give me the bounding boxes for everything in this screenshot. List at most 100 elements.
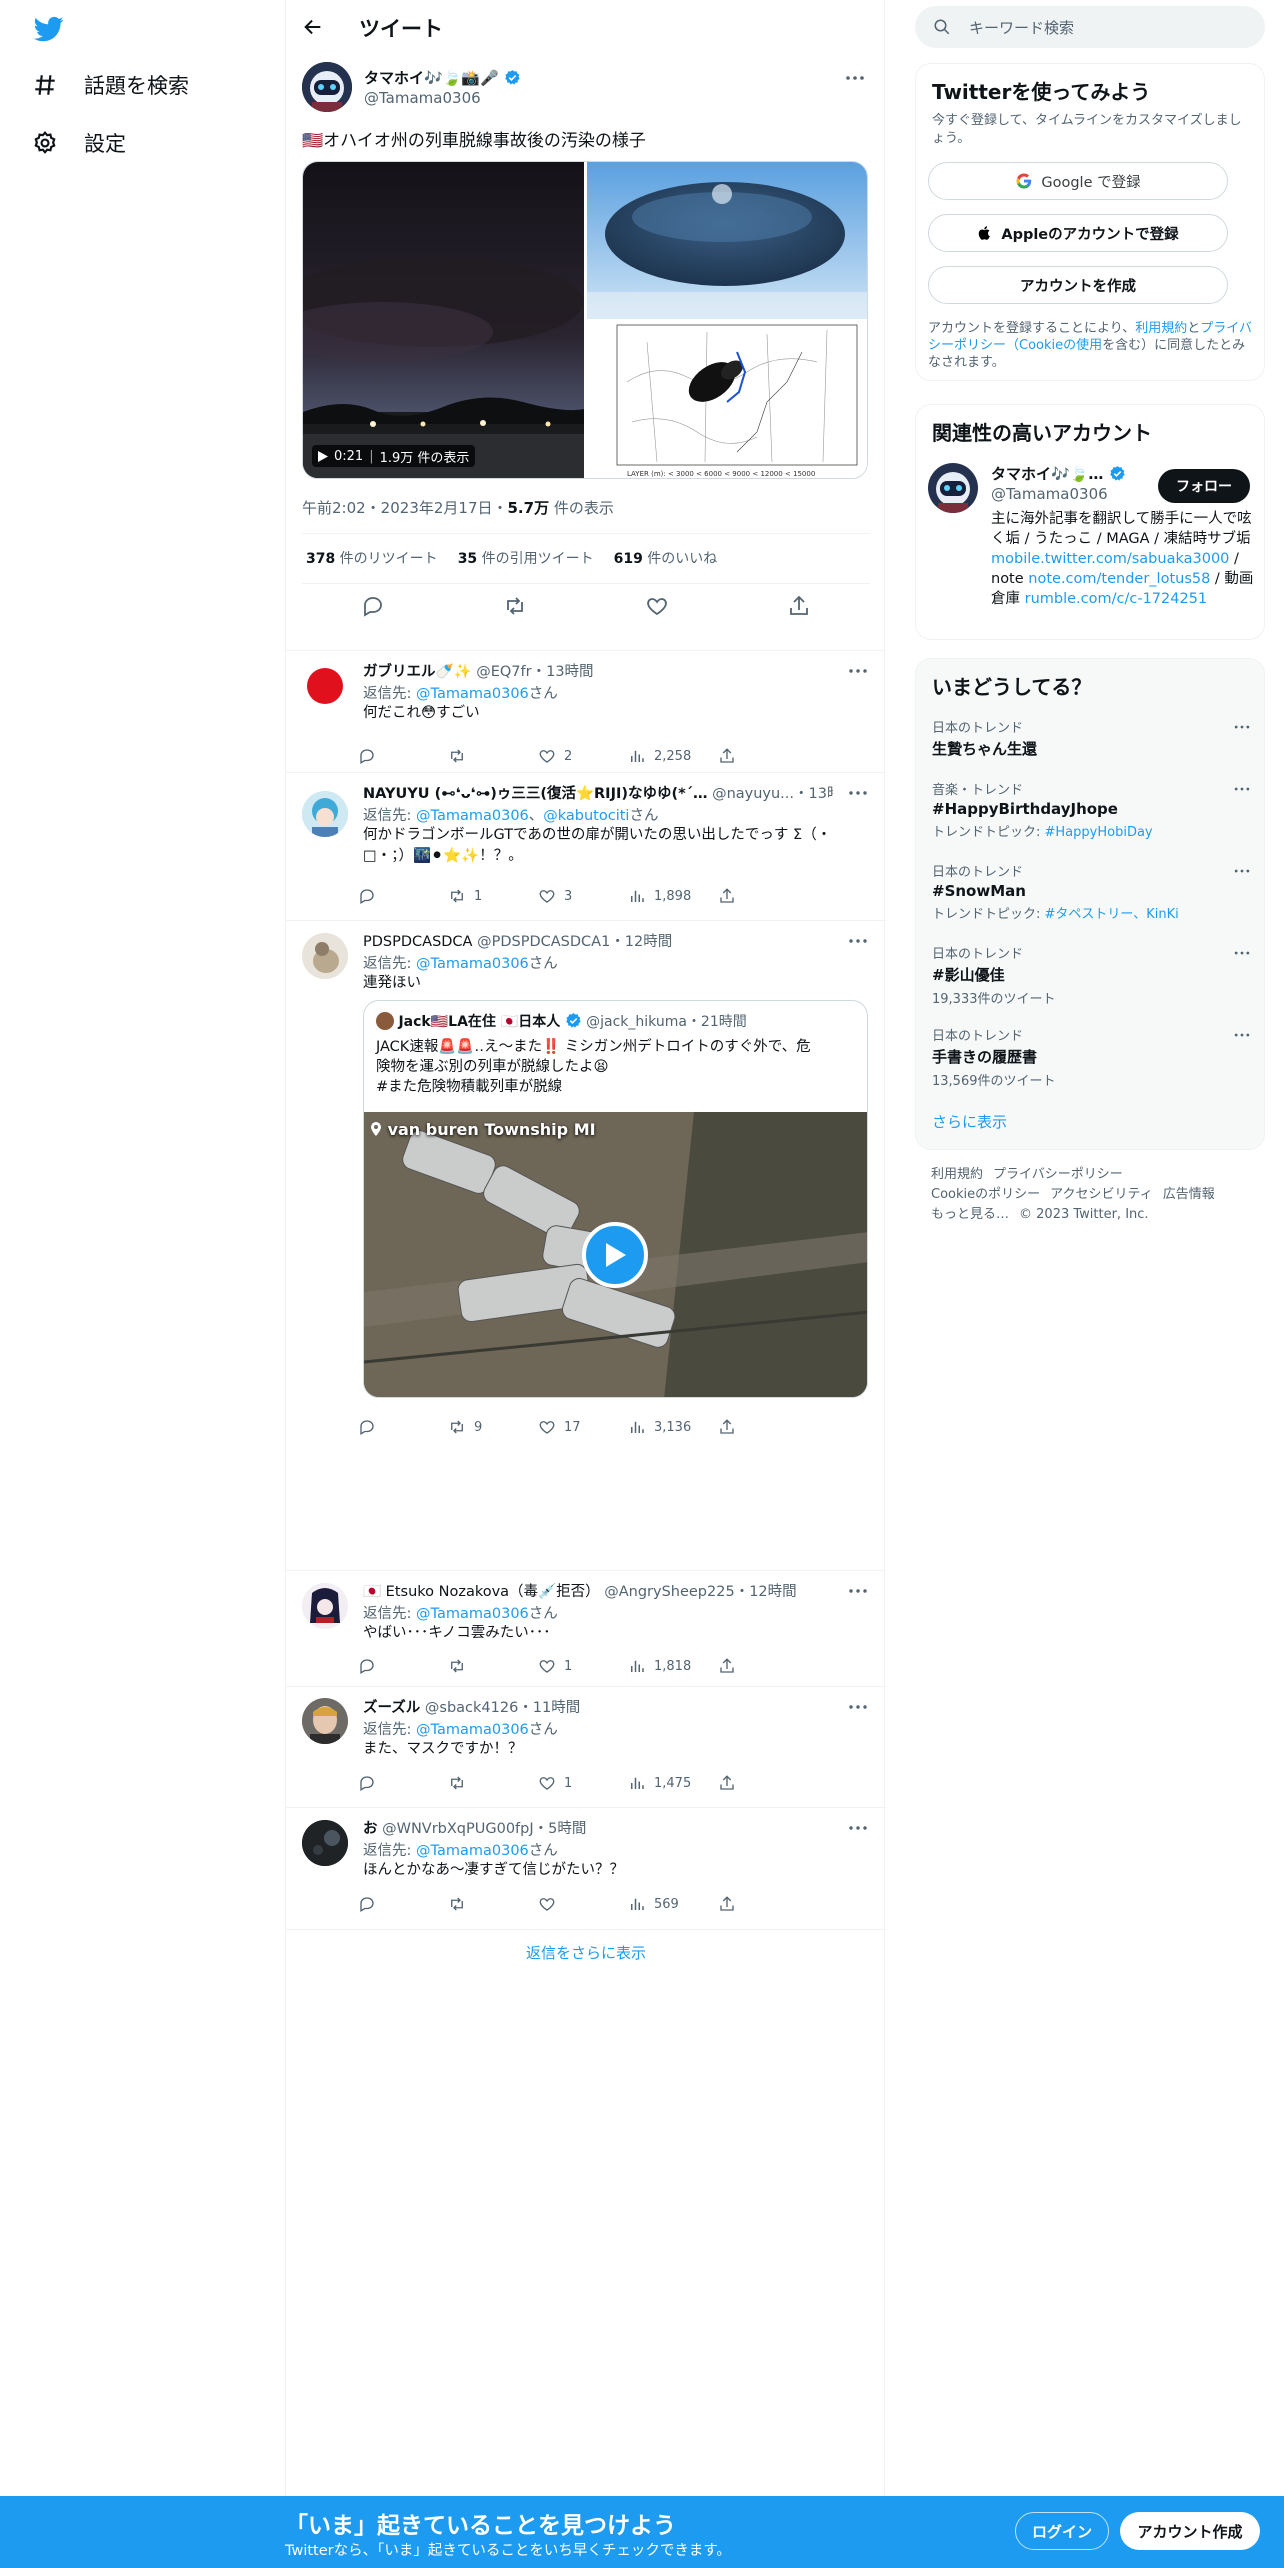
reply-time[interactable]: ・12時間 (735, 1584, 797, 1600)
trend-item[interactable]: 日本のトレンド #SnowMan トレンドトピック: #タペストリー、KinKi (932, 861, 1252, 922)
reply-author-handle[interactable]: @AngrySheep225 (604, 1584, 734, 1600)
share-action[interactable] (718, 1418, 808, 1436)
reply-author-handle[interactable]: @WNVrbXqPUG00fpJ (382, 1821, 534, 1837)
tweet-author-name[interactable]: タマホイ🎶🍃📸🎤 (364, 67, 521, 88)
trend-item[interactable]: 音楽・トレンド #HappyBirthdayJhope トレンドトピック: #H… (932, 779, 1252, 840)
like-action[interactable]: 1 (538, 1774, 628, 1792)
trend-item[interactable]: 日本のトレンド 生贄ちゃん生還 (932, 717, 1252, 759)
quotes-stat[interactable]: 35 件の引用ツイート (458, 548, 594, 568)
trend-item[interactable]: 日本のトレンド 手書きの履歴書 13,569件のツイート (932, 1025, 1252, 1089)
nav-settings[interactable]: 設定 (32, 128, 126, 158)
play-button[interactable] (582, 1222, 648, 1288)
retweet-action[interactable] (448, 1657, 538, 1675)
more-options-icon[interactable] (843, 66, 867, 90)
reply-time[interactable]: ・5時間 (534, 1821, 587, 1837)
reply-to-link[interactable]: @Tamama0306 (416, 1843, 529, 1859)
quote-video[interactable]: van buren Township MI (364, 1112, 867, 1397)
search-input[interactable]: キーワード検索 (969, 17, 1074, 38)
views-action[interactable]: 3,136 (628, 1418, 718, 1436)
more-options-icon[interactable] (846, 1816, 870, 1840)
trend-topic-link[interactable]: #タペストリー、KinKi (1045, 907, 1179, 922)
reply-to-link[interactable]: @Tamama0306 (416, 808, 529, 824)
footer-link[interactable]: アクセシビリティ (1050, 1187, 1153, 1202)
more-options-icon[interactable] (1232, 943, 1252, 963)
signup-button[interactable]: アカウント作成 (1120, 2512, 1260, 2550)
reply-time[interactable]: ・13時間 (532, 664, 594, 680)
create-account-button[interactable]: アカウントを作成 (928, 266, 1228, 304)
related-name[interactable]: タマホイ🎶🍃… (991, 463, 1151, 484)
tweet-author-handle[interactable]: @Tamama0306 (364, 89, 481, 107)
like-action[interactable]: 17 (538, 1418, 628, 1436)
views-action[interactable]: 1,475 (628, 1774, 718, 1792)
reply-time[interactable]: ・13時間 (794, 786, 833, 802)
show-more-replies-button[interactable]: 返信をさらに表示 (286, 1929, 886, 1975)
footer-link[interactable]: 利用規約 (931, 1167, 983, 1182)
reply-tweet[interactable]: お @WNVrbXqPUG00fpJ・5時間 返信先: @Tamama0306さ… (286, 1807, 886, 1929)
like-action[interactable] (538, 1895, 628, 1913)
retweet-action[interactable] (448, 1774, 538, 1792)
trend-item[interactable]: 日本のトレンド #影山優佳 19,333件のツイート (932, 943, 1252, 1007)
avatar[interactable] (302, 1583, 348, 1629)
bio-link-2[interactable]: note.com/tender_lotus58 (1028, 571, 1210, 587)
tweet-time[interactable]: 午前2:02・2023年2月17日・ (302, 499, 508, 517)
google-signup-button[interactable]: Google で登録 (928, 162, 1228, 200)
login-button[interactable]: ログイン (1015, 2512, 1109, 2550)
reply-to-link[interactable]: @Tamama0306 (416, 686, 529, 702)
reply-time[interactable]: ・11時間 (518, 1700, 580, 1716)
reply-tweet[interactable]: 🇯🇵 Etsuko Nozakova（毒💉拒否） @AngrySheep225・… (286, 1570, 886, 1686)
tweet-media[interactable]: 0:21 | 1.9万 件の表示 LAYER (m): < 3000 < 600… (302, 161, 868, 479)
more-options-icon[interactable] (1232, 861, 1252, 881)
likes-stat[interactable]: 619 件のいいね (614, 548, 718, 568)
reply-time[interactable]: ・12時間 (610, 934, 672, 950)
retweet-action[interactable]: 9 (448, 1418, 538, 1436)
more-options-icon[interactable] (1232, 717, 1252, 737)
reply-author-name[interactable]: ズーズル (363, 1700, 420, 1716)
avatar[interactable] (302, 933, 348, 979)
like-icon[interactable] (645, 594, 669, 618)
retweets-stat[interactable]: 378 件のリツイート (306, 548, 438, 568)
share-icon[interactable] (787, 594, 811, 618)
reply-tweet[interactable]: ズーズル @sback4126・11時間 返信先: @Tamama0306さん … (286, 1686, 886, 1807)
follow-button[interactable]: フォロー (1158, 469, 1250, 503)
reply-author-name[interactable]: 🇯🇵 Etsuko Nozakova（毒💉拒否） (363, 1584, 600, 1600)
footer-link[interactable]: もっと見る… (931, 1207, 1009, 1222)
footer-link[interactable]: 広告情報 (1163, 1187, 1215, 1202)
reply-action[interactable] (358, 1895, 448, 1913)
footer-link[interactable]: Cookieのポリシー (931, 1187, 1040, 1202)
show-more-trends-link[interactable]: さらに表示 (932, 1111, 1007, 1132)
tweet-video[interactable]: 0:21 | 1.9万 件の表示 (303, 162, 584, 478)
avatar[interactable] (302, 1820, 348, 1866)
reply-author-name[interactable]: ガブリエル🍼✨ (363, 664, 472, 680)
tweet-image-aerial[interactable] (587, 162, 867, 319)
share-action[interactable] (718, 747, 808, 765)
reply-icon[interactable] (361, 594, 385, 618)
reply-author-handle[interactable]: @nayuyu... (712, 786, 794, 802)
reply-tweet[interactable]: ガブリエル🍼✨ @EQ7fr・13時間 返信先: @Tamama0306さん 何… (286, 650, 886, 772)
more-options-icon[interactable] (846, 781, 870, 805)
more-options-icon[interactable] (1232, 779, 1252, 799)
related-handle[interactable]: @Tamama0306 (991, 485, 1108, 503)
more-options-icon[interactable] (846, 929, 870, 953)
reply-action[interactable] (358, 1657, 448, 1675)
reply-action[interactable] (358, 747, 448, 765)
search-bar[interactable]: キーワード検索 (915, 6, 1265, 48)
avatar[interactable] (302, 791, 348, 837)
terms-link[interactable]: 利用規約 (1135, 321, 1187, 336)
share-action[interactable] (718, 1895, 808, 1913)
nav-explore[interactable]: 話題を検索 (32, 70, 189, 100)
retweet-icon[interactable] (503, 594, 527, 618)
back-arrow-icon[interactable] (302, 16, 324, 38)
avatar[interactable] (302, 663, 348, 709)
avatar[interactable] (928, 463, 978, 513)
share-action[interactable] (718, 887, 808, 905)
views-action[interactable]: 569 (628, 1895, 718, 1913)
reply-author-handle[interactable]: @PDSPDCASDCA1 (477, 934, 610, 950)
reply-to-link[interactable]: @Tamama0306 (416, 1606, 529, 1622)
views-action[interactable]: 1,898 (628, 887, 718, 905)
reply-author-name[interactable]: NAYUYU (⊷❛ᴗ❛⊶)ゥ三三(復活⭐RIJI)なゆゆ(*´… (363, 786, 707, 802)
share-action[interactable] (718, 1774, 808, 1792)
trend-topic-link[interactable]: #HappyHobiDay (1045, 825, 1153, 840)
bio-link-3[interactable]: rumble.com/c/c-1724251 (1025, 591, 1208, 607)
more-options-icon[interactable] (846, 1695, 870, 1719)
reply-to-link[interactable]: @Tamama0306 (416, 956, 529, 972)
